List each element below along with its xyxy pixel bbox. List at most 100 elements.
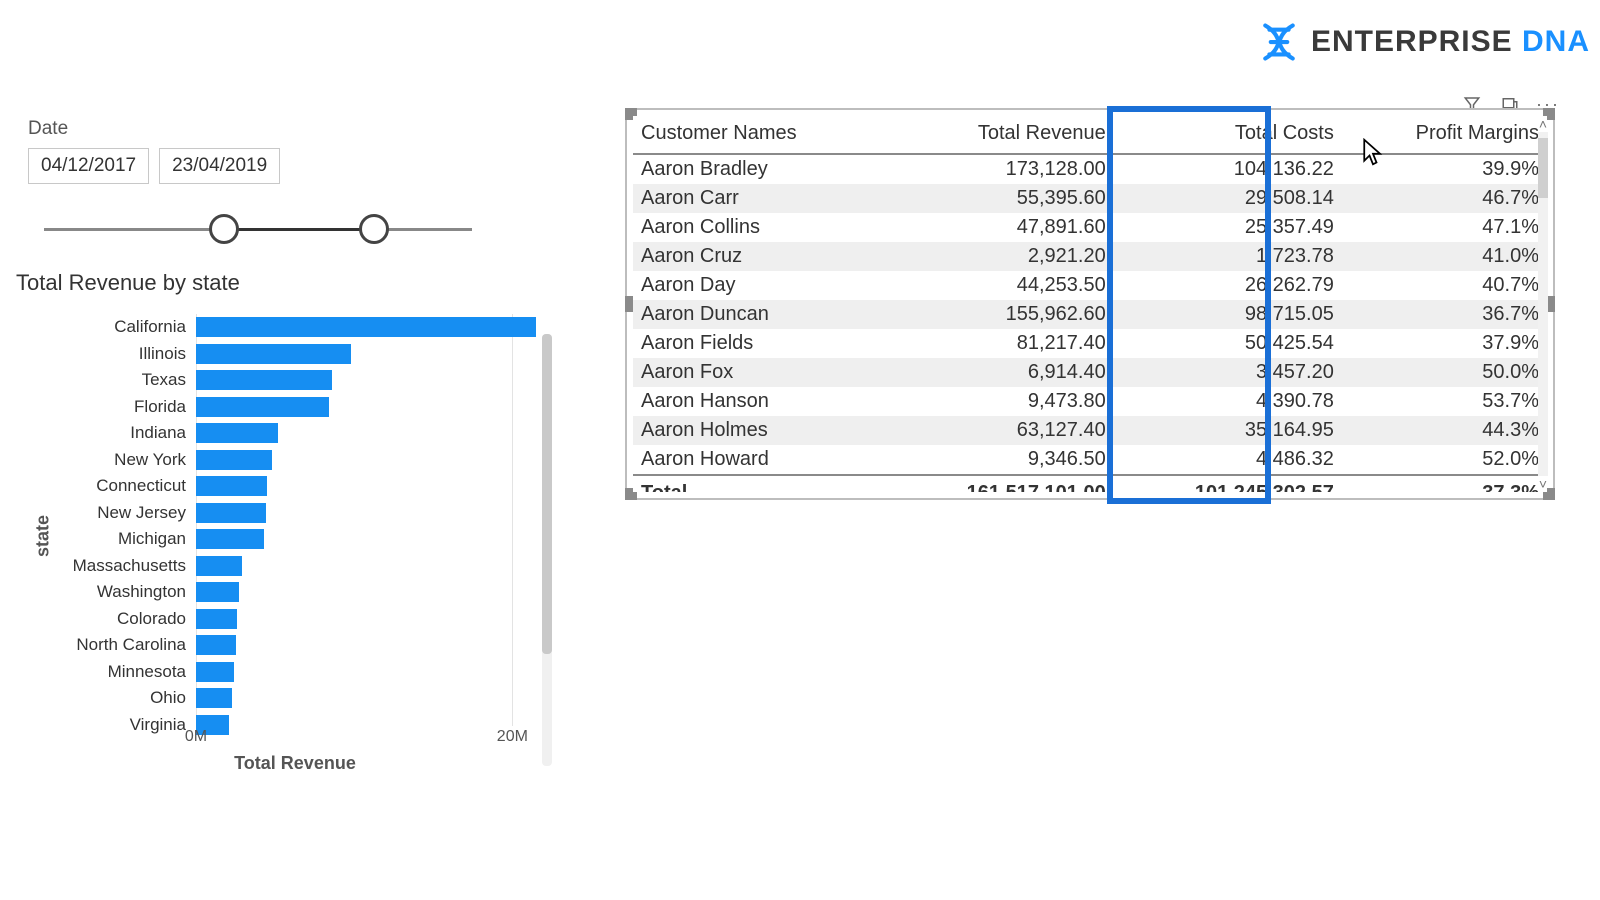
bar-category-label: Michigan — [46, 529, 186, 549]
bar-category-label: Connecticut — [46, 476, 186, 496]
table-row[interactable]: Aaron Bradley173,128.00104,136.2239.9% — [633, 154, 1547, 184]
table-cell: Aaron Holmes — [633, 416, 886, 445]
bar[interactable] — [196, 582, 239, 602]
table-cell: 47,891.60 — [886, 213, 1114, 242]
table-row[interactable]: Aaron Cruz2,921.201,723.7841.0% — [633, 242, 1547, 271]
bar[interactable] — [196, 344, 351, 364]
table-cell: 6,914.40 — [886, 358, 1114, 387]
bar[interactable] — [196, 609, 237, 629]
chart-scrollbar-thumb[interactable] — [542, 334, 552, 654]
brand-logo: ENTERPRISE DNA — [1257, 20, 1590, 64]
table-cell: 173,128.00 — [886, 154, 1114, 184]
bar-row[interactable]: Ohio — [196, 685, 544, 711]
table-cell: 9,346.50 — [886, 445, 1114, 475]
table-row[interactable]: Aaron Fields81,217.4050,425.5437.9% — [633, 329, 1547, 358]
bar-row[interactable]: Indiana — [196, 420, 544, 446]
table-cell: Aaron Cruz — [633, 242, 886, 271]
table-row[interactable]: Aaron Fox6,914.403,457.2050.0% — [633, 358, 1547, 387]
customer-table-visual[interactable]: Customer NamesTotal RevenueTotal CostsPr… — [625, 108, 1555, 500]
table-header[interactable]: Total Costs — [1114, 116, 1342, 154]
table-cell: 81,217.40 — [886, 329, 1114, 358]
table-total-cell: 101,245,302.57 — [1114, 475, 1342, 492]
scrollbar-thumb[interactable] — [1538, 138, 1548, 198]
bar-row[interactable]: Colorado — [196, 606, 544, 632]
table-cell: 29,508.14 — [1114, 184, 1342, 213]
bar-row[interactable]: Massachusetts — [196, 553, 544, 579]
slider-handle-start[interactable] — [209, 214, 239, 244]
scrollbar-track[interactable] — [1538, 132, 1548, 476]
bar-category-label: North Carolina — [46, 635, 186, 655]
bar-row[interactable]: Texas — [196, 367, 544, 393]
table-row[interactable]: Aaron Duncan155,962.6098,715.0536.7% — [633, 300, 1547, 329]
table-row[interactable]: Aaron Howard9,346.504,486.3252.0% — [633, 445, 1547, 475]
bar[interactable] — [196, 397, 329, 417]
table-scrollbar[interactable]: ˄ ˅ — [1535, 116, 1551, 492]
customer-table: Customer NamesTotal RevenueTotal CostsPr… — [633, 116, 1547, 492]
brand-text-2: DNA — [1522, 25, 1590, 58]
bar[interactable] — [196, 370, 332, 390]
scroll-up-icon[interactable]: ˄ — [1539, 116, 1547, 132]
bar-row[interactable]: North Carolina — [196, 632, 544, 658]
table-cell: 3,457.20 — [1114, 358, 1342, 387]
table-cell: 44,253.50 — [886, 271, 1114, 300]
table-cell: Aaron Fox — [633, 358, 886, 387]
slider-handle-end[interactable] — [359, 214, 389, 244]
bar-row[interactable]: Michigan — [196, 526, 544, 552]
bar[interactable] — [196, 529, 264, 549]
table-cell: 26,262.79 — [1114, 271, 1342, 300]
bar-category-label: Colorado — [46, 609, 186, 629]
bar[interactable] — [196, 556, 242, 576]
table-row[interactable]: Aaron Collins47,891.6025,357.4947.1% — [633, 213, 1547, 242]
table-header[interactable]: Total Revenue — [886, 116, 1114, 154]
table-cell: 2,921.20 — [886, 242, 1114, 271]
table-total-cell: 37.3% — [1342, 475, 1547, 492]
bar-row[interactable]: Florida — [196, 394, 544, 420]
bar[interactable] — [196, 450, 272, 470]
bar-category-label: Illinois — [46, 344, 186, 364]
bar-category-label: New York — [46, 450, 186, 470]
table-cell: 41.0% — [1342, 242, 1547, 271]
bar-row[interactable]: New Jersey — [196, 500, 544, 526]
table-cell: 63,127.40 — [886, 416, 1114, 445]
table-cell: 53.7% — [1342, 387, 1547, 416]
table-row[interactable]: Aaron Holmes63,127.4035,164.9544.3% — [633, 416, 1547, 445]
table-total-cell: Total — [633, 475, 886, 492]
slider-fill — [224, 228, 374, 231]
table-row[interactable]: Aaron Hanson9,473.804,390.7853.7% — [633, 387, 1547, 416]
bar-row[interactable]: Minnesota — [196, 659, 544, 685]
table-cell: Aaron Fields — [633, 329, 886, 358]
bar-row[interactable]: Washington — [196, 579, 544, 605]
bar[interactable] — [196, 503, 266, 523]
bar-category-label: Indiana — [46, 423, 186, 443]
date-from-input[interactable]: 04/12/2017 — [28, 148, 149, 184]
date-to-input[interactable]: 23/04/2019 — [159, 148, 280, 184]
table-row[interactable]: Aaron Carr55,395.6029,508.1446.7% — [633, 184, 1547, 213]
bar-category-label: Texas — [46, 370, 186, 390]
revenue-by-state-chart: Total Revenue by state state CaliforniaI… — [16, 270, 564, 810]
bar-row[interactable]: New York — [196, 447, 544, 473]
bar[interactable] — [196, 476, 267, 496]
table-cell: Aaron Day — [633, 271, 886, 300]
bar[interactable] — [196, 423, 278, 443]
bar[interactable] — [196, 317, 536, 337]
bar-category-label: New Jersey — [46, 503, 186, 523]
date-range-slider[interactable] — [44, 214, 472, 244]
bar[interactable] — [196, 635, 236, 655]
chart-scrollbar[interactable] — [542, 334, 552, 766]
table-header[interactable]: Customer Names — [633, 116, 886, 154]
table-cell: 50.0% — [1342, 358, 1547, 387]
bar-row[interactable]: Illinois — [196, 341, 544, 367]
bar[interactable] — [196, 688, 232, 708]
resize-handle[interactable] — [625, 296, 633, 312]
bar-category-label: Virginia — [46, 715, 186, 735]
bar-category-label: Massachusetts — [46, 556, 186, 576]
bar-row[interactable]: California — [196, 314, 544, 340]
chart-plot-area: CaliforniaIllinoisTexasFloridaIndianaNew… — [196, 314, 544, 726]
bar[interactable] — [196, 662, 234, 682]
scroll-down-icon[interactable]: ˅ — [1539, 476, 1547, 492]
chart-title: Total Revenue by state — [16, 270, 564, 296]
bar-category-label: Ohio — [46, 688, 186, 708]
table-row[interactable]: Aaron Day44,253.5026,262.7940.7% — [633, 271, 1547, 300]
table-cell: Aaron Hanson — [633, 387, 886, 416]
bar-row[interactable]: Connecticut — [196, 473, 544, 499]
